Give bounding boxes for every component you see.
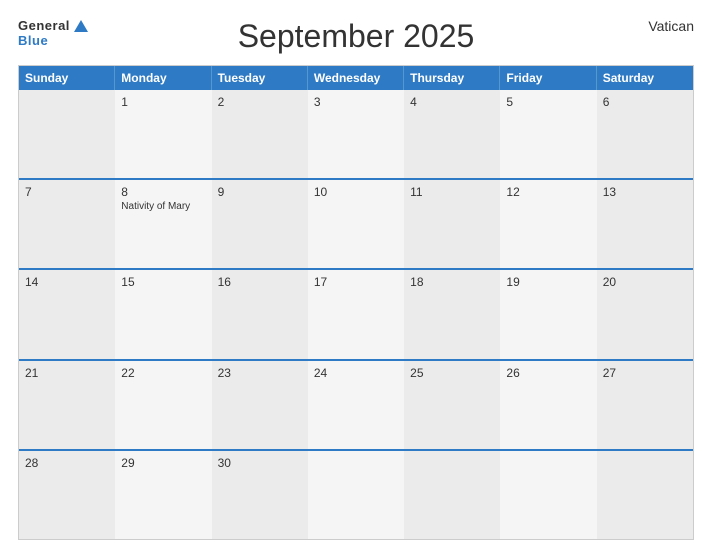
day-number: 30 xyxy=(218,456,302,470)
day-event: Nativity of Mary xyxy=(121,201,205,212)
day-cell: 14 xyxy=(19,270,115,358)
week-row-1: 123456 xyxy=(19,90,693,178)
day-number: 4 xyxy=(410,95,494,109)
day-number: 18 xyxy=(410,275,494,289)
logo: General Blue xyxy=(18,18,88,48)
day-number: 3 xyxy=(314,95,398,109)
day-cell: 11 xyxy=(404,180,500,268)
day-cell: 30 xyxy=(212,451,308,539)
day-cell: 7 xyxy=(19,180,115,268)
day-cell: 23 xyxy=(212,361,308,449)
day-number: 15 xyxy=(121,275,205,289)
country-label: Vatican xyxy=(648,18,694,34)
day-headers: SundayMondayTuesdayWednesdayThursdayFrid… xyxy=(19,66,693,90)
day-cell: 25 xyxy=(404,361,500,449)
day-number: 23 xyxy=(218,366,302,380)
week-row-5: 28 29 30 xyxy=(19,449,693,539)
day-number: 24 xyxy=(314,366,398,380)
day-cell: 10 xyxy=(308,180,404,268)
day-header-sunday: Sunday xyxy=(19,66,115,90)
day-number: 13 xyxy=(603,185,687,199)
day-cell: 27 xyxy=(597,361,693,449)
week-row-3: 14 15 16 17 18 19 20 xyxy=(19,268,693,358)
logo-general-text: General xyxy=(18,18,70,33)
day-number: 7 xyxy=(25,185,109,199)
logo-triangle-icon xyxy=(74,20,88,32)
day-header-thursday: Thursday xyxy=(404,66,500,90)
day-cell: 26 xyxy=(500,361,596,449)
day-number: 12 xyxy=(506,185,590,199)
day-cell xyxy=(404,451,500,539)
day-number: 29 xyxy=(121,456,205,470)
day-number: 6 xyxy=(603,95,687,109)
day-cell: 29 xyxy=(115,451,211,539)
day-cell: 8 Nativity of Mary xyxy=(115,180,211,268)
day-number: 19 xyxy=(506,275,590,289)
day-cell: 9 xyxy=(212,180,308,268)
day-header-monday: Monday xyxy=(115,66,211,90)
day-cell: 21 xyxy=(19,361,115,449)
day-cell: 5 xyxy=(500,90,596,178)
day-cell: 15 xyxy=(115,270,211,358)
logo-line-1: General xyxy=(18,18,88,33)
calendar: SundayMondayTuesdayWednesdayThursdayFrid… xyxy=(18,65,694,540)
day-cell: 22 xyxy=(115,361,211,449)
page: General Blue September 2025 Vatican Sund… xyxy=(0,0,712,550)
day-number: 17 xyxy=(314,275,398,289)
day-number: 20 xyxy=(603,275,687,289)
weeks: 12345678Nativity of Mary9101112131415161… xyxy=(19,90,693,539)
day-cell: 4 xyxy=(404,90,500,178)
day-header-wednesday: Wednesday xyxy=(308,66,404,90)
day-cell xyxy=(19,90,115,178)
day-cell: 28 xyxy=(19,451,115,539)
logo-blue-text: Blue xyxy=(18,33,48,48)
day-number: 26 xyxy=(506,366,590,380)
day-number: 1 xyxy=(121,95,205,109)
day-number: 5 xyxy=(506,95,590,109)
day-cell: 16 xyxy=(212,270,308,358)
month-title: September 2025 xyxy=(238,18,475,55)
day-cell: 6 xyxy=(597,90,693,178)
day-number: 14 xyxy=(25,275,109,289)
day-cell: 13 xyxy=(597,180,693,268)
week-row-2: 78 Nativity of Mary 9 10 11 12 13 xyxy=(19,178,693,268)
day-number: 25 xyxy=(410,366,494,380)
day-number: 21 xyxy=(25,366,109,380)
day-cell: 24 xyxy=(308,361,404,449)
day-number: 22 xyxy=(121,366,205,380)
day-header-friday: Friday xyxy=(500,66,596,90)
day-cell: 3 xyxy=(308,90,404,178)
week-row-4: 21 22 23 24 25 26 27 xyxy=(19,359,693,449)
day-cell xyxy=(308,451,404,539)
day-cell: 19 xyxy=(500,270,596,358)
day-number: 8 xyxy=(121,185,205,199)
day-cell xyxy=(597,451,693,539)
day-number: 27 xyxy=(603,366,687,380)
day-number: 28 xyxy=(25,456,109,470)
day-cell: 20 xyxy=(597,270,693,358)
day-cell: 18 xyxy=(404,270,500,358)
day-number: 16 xyxy=(218,275,302,289)
day-number: 11 xyxy=(410,185,494,199)
day-cell xyxy=(500,451,596,539)
day-cell: 17 xyxy=(308,270,404,358)
day-number: 9 xyxy=(218,185,302,199)
day-header-tuesday: Tuesday xyxy=(212,66,308,90)
day-number: 10 xyxy=(314,185,398,199)
day-cell: 1 xyxy=(115,90,211,178)
header: General Blue September 2025 Vatican xyxy=(18,18,694,55)
day-number: 2 xyxy=(218,95,302,109)
day-cell: 2 xyxy=(212,90,308,178)
day-cell: 12 xyxy=(500,180,596,268)
day-header-saturday: Saturday xyxy=(597,66,693,90)
